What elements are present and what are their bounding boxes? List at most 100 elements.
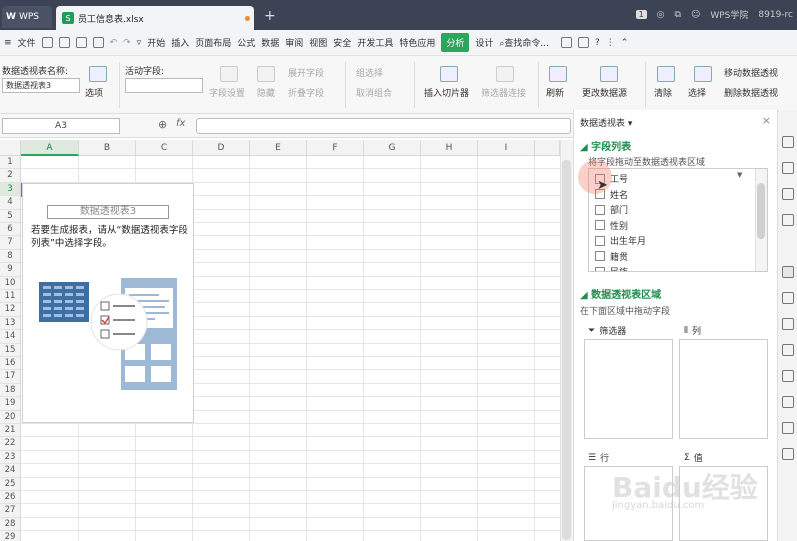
row-header-26[interactable]: 26 <box>0 491 21 505</box>
row-header-11[interactable]: 11 <box>0 290 21 304</box>
settings-tool-icon[interactable] <box>782 448 794 460</box>
change-source-icon[interactable] <box>600 66 618 82</box>
name-box[interactable]: A3 <box>2 118 120 134</box>
select-button[interactable]: 选择 <box>688 86 706 99</box>
hamburger-icon[interactable]: ≡ <box>4 38 12 48</box>
field-list-scroll-thumb[interactable] <box>757 183 765 239</box>
areas-title[interactable]: ◢ 数据透视表区域 <box>580 286 661 301</box>
pane-title[interactable]: 数据透视表 ▾ <box>580 116 632 129</box>
menu-start[interactable]: 开始 <box>147 36 165 49</box>
move-pivot-button[interactable]: 移动数据透视 <box>724 66 778 79</box>
style-tool-icon[interactable] <box>782 188 794 200</box>
hide-icon[interactable] <box>257 66 275 82</box>
row-header-25[interactable]: 25 <box>0 477 21 491</box>
column-header-i[interactable]: I <box>478 140 535 156</box>
column-header-d[interactable]: D <box>193 140 250 156</box>
row-header-12[interactable]: 12 <box>0 303 21 317</box>
select-tool-icon[interactable] <box>782 136 794 148</box>
field-item[interactable]: 出生年月 <box>595 233 646 249</box>
formula-input[interactable] <box>196 118 571 134</box>
skin-icon[interactable]: ◎ <box>657 10 665 20</box>
menu-page-layout[interactable]: 页面布局 <box>195 36 231 49</box>
wps-academy-link[interactable]: WPS学院 <box>710 8 748 21</box>
field-checkbox[interactable] <box>595 235 605 246</box>
row-header-21[interactable]: 21 <box>0 424 21 438</box>
field-item[interactable]: 籍贯 <box>595 249 628 265</box>
collapse-field-button[interactable]: 折叠字段 <box>288 86 324 99</box>
row-header-15[interactable]: 15 <box>0 343 21 357</box>
copy-tool-icon[interactable] <box>782 292 794 304</box>
column-header-c[interactable]: C <box>136 140 193 156</box>
quick-access-dropdown-icon[interactable]: ▿ <box>137 38 142 48</box>
expand-field-button[interactable]: 展开字段 <box>288 66 324 79</box>
clear-icon[interactable] <box>657 66 675 82</box>
file-tab[interactable]: S 员工信息表.xlsx <box>56 6 254 30</box>
print-preview-icon[interactable] <box>92 37 104 48</box>
options-button[interactable]: 选项 <box>85 86 103 99</box>
help-icon[interactable]: ? <box>595 38 600 48</box>
menu-insert[interactable]: 插入 <box>171 36 189 49</box>
field-item[interactable]: 性别 <box>595 218 628 234</box>
calendar-tool-icon[interactable] <box>782 344 794 356</box>
column-header-a[interactable]: A <box>21 140 79 156</box>
edit-tool-icon[interactable] <box>782 318 794 330</box>
history-tool-icon[interactable] <box>782 422 794 434</box>
field-settings-icon[interactable] <box>220 66 238 82</box>
more-icon[interactable]: ⋮ <box>606 38 615 48</box>
row-header-22[interactable]: 22 <box>0 437 21 451</box>
options-icon[interactable] <box>89 66 107 82</box>
menu-analyze[interactable]: 分析 <box>441 33 470 52</box>
pivot-tool-icon[interactable] <box>782 266 794 278</box>
column-header-partial[interactable] <box>535 140 560 156</box>
file-menu[interactable]: 文件 <box>18 36 36 49</box>
row-header-23[interactable]: 23 <box>0 450 21 465</box>
menu-features[interactable]: 特色应用 <box>399 36 435 49</box>
row-header-9[interactable]: 9 <box>0 263 21 277</box>
field-settings-button[interactable]: 字段设置 <box>209 86 245 99</box>
refresh-icon[interactable] <box>549 66 567 82</box>
insert-slicer-button[interactable]: 插入切片器 <box>424 86 469 99</box>
menu-formula[interactable]: 公式 <box>237 36 255 49</box>
save-icon[interactable] <box>41 37 53 48</box>
field-checkbox[interactable] <box>595 220 605 231</box>
collapse-ribbon-icon[interactable]: ⌃ <box>621 38 629 48</box>
share-doc-icon[interactable] <box>561 37 573 48</box>
row-header-7[interactable]: 7 <box>0 236 21 250</box>
user-icon[interactable]: ☺ <box>691 10 700 20</box>
field-item[interactable]: 民族 <box>595 264 628 271</box>
row-header-18[interactable]: 18 <box>0 383 21 398</box>
hide-button[interactable]: 隐藏 <box>257 86 275 99</box>
image-tool-icon[interactable] <box>782 370 794 382</box>
redo-icon[interactable]: ↷ <box>123 38 131 48</box>
row-header-10[interactable]: 10 <box>0 276 21 290</box>
field-item[interactable]: 部门 <box>595 202 628 218</box>
row-header-4[interactable]: 4 <box>0 196 21 210</box>
row-header-3[interactable]: 3 <box>0 182 21 197</box>
row-header-1[interactable]: 1 <box>0 156 21 170</box>
zoom-icon[interactable]: ⊕ <box>158 118 167 131</box>
column-header-e[interactable]: E <box>250 140 307 156</box>
search-command[interactable]: ⌕查找命令... <box>499 36 549 49</box>
delete-pivot-button[interactable]: 删除数据透视 <box>724 86 778 99</box>
column-drop-zone[interactable] <box>679 339 768 439</box>
row-header-29[interactable]: 29 <box>0 531 21 541</box>
refresh-button[interactable]: 刷新 <box>546 86 564 99</box>
insert-slicer-icon[interactable] <box>440 66 458 82</box>
pivot-table-placeholder[interactable]: 数据透视表3 若要生成报表，请从“数据透视表字段列表”中选择字段。 <box>22 183 194 423</box>
row-header-13[interactable]: 13 <box>0 316 21 331</box>
row-header-19[interactable]: 19 <box>0 397 21 411</box>
menu-design[interactable]: 设计 <box>475 36 493 49</box>
shape-tool-icon[interactable] <box>782 162 794 174</box>
filter-connect-button[interactable]: 筛选器连接 <box>481 86 526 99</box>
vertical-scroll-thumb[interactable] <box>562 160 571 540</box>
column-header-h[interactable]: H <box>421 140 478 156</box>
window-count-badge[interactable]: 1 <box>635 10 647 19</box>
ungroup-button[interactable]: 取消组合 <box>356 86 392 99</box>
undo-icon[interactable]: ↶ <box>110 38 118 48</box>
row-header-14[interactable]: 14 <box>0 330 21 344</box>
row-header-24[interactable]: 24 <box>0 464 21 478</box>
select-all-corner[interactable] <box>0 140 21 156</box>
row-header-5[interactable]: 5 <box>0 209 21 223</box>
select-icon[interactable] <box>694 66 712 82</box>
row-header-27[interactable]: 27 <box>0 504 21 518</box>
